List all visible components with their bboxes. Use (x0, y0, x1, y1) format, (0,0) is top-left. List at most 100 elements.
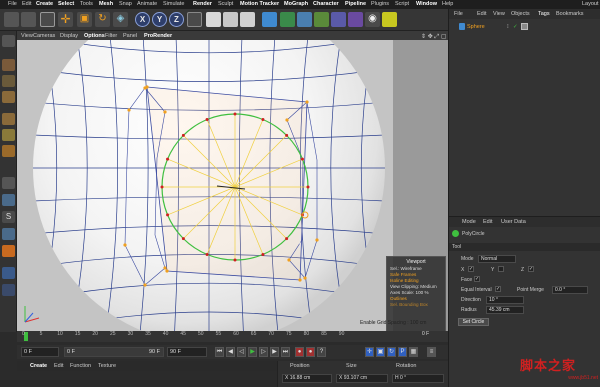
axis-z-checkbox[interactable]: ✓ (528, 266, 534, 272)
make-editable-icon[interactable] (2, 35, 15, 47)
radius-field[interactable]: 45.39 cm (486, 306, 524, 314)
cloner-icon[interactable] (314, 12, 329, 27)
menu-edit[interactable]: Edit (22, 1, 31, 7)
cube-icon[interactable] (262, 12, 277, 27)
menu-tools[interactable]: Tools (80, 1, 93, 7)
tweak-mode-icon[interactable] (2, 194, 15, 206)
enabled-check-icon[interactable]: ✓ (513, 24, 518, 30)
menu-select[interactable]: Select (58, 1, 74, 7)
key-rotation-icon[interactable]: ↻ (387, 347, 396, 357)
timeline-ruler[interactable]: 0 F 0 5 10 15 20 25 30 35 40 45 50 55 60 65 70 75 80 85 90 (17, 331, 448, 342)
direction-field[interactable]: 10 ° (486, 296, 524, 304)
menu-character[interactable]: Character (313, 1, 339, 7)
object-row-sphere[interactable]: Sphere ⁝ ✓ (451, 23, 599, 32)
menu-script[interactable]: Script (395, 1, 409, 7)
play-icon[interactable]: ▶ (248, 347, 257, 357)
material-menu-function[interactable]: Function (70, 363, 91, 369)
viewport-menu-panel[interactable]: Panel (123, 33, 137, 39)
object-menu-edit[interactable]: Edit (477, 11, 486, 17)
key-parameter-icon[interactable]: P (398, 347, 407, 357)
points-mode-icon[interactable] (2, 113, 15, 125)
object-menu-objects[interactable]: Objects (511, 11, 530, 17)
keyframe-selection-icon[interactable]: ? (317, 347, 326, 357)
coordinate-system-icon[interactable] (187, 12, 202, 27)
menu-file[interactable]: File (8, 1, 17, 7)
menu-sculpt[interactable]: Sculpt (218, 1, 233, 7)
size-x-field[interactable]: X 93.107 cm (336, 374, 388, 383)
mode-dropdown[interactable]: Normal (478, 255, 516, 263)
face-checkbox[interactable]: ✓ (474, 276, 480, 282)
set-circle-button[interactable]: Set Circle (458, 318, 489, 326)
next-key-icon[interactable]: ▶ (270, 347, 279, 357)
tool-section-header[interactable]: Tool (449, 243, 600, 251)
current-frame-field[interactable]: 0 F (21, 347, 59, 357)
menu-create[interactable]: Create (36, 1, 53, 7)
object-menu-tags[interactable]: Tags (538, 11, 550, 17)
3d-viewport[interactable]: Viewport Sel.: Wireframe Safe Frames Iso… (17, 40, 448, 331)
go-to-end-icon[interactable]: ⏭ (281, 347, 290, 357)
menu-render[interactable]: Render (193, 1, 212, 7)
material-menu-texture[interactable]: Texture (98, 363, 116, 369)
menu-simulate[interactable]: Simulate (163, 1, 184, 7)
menu-help[interactable]: Help (442, 1, 453, 7)
viewport-menu-filter[interactable]: Filter (105, 33, 117, 39)
viewport-menu-view[interactable]: View (21, 33, 33, 39)
viewport-menu-prorender[interactable]: ProRender (144, 33, 172, 39)
key-position-icon[interactable]: ✛ (365, 347, 374, 357)
snap-settings-icon[interactable] (2, 228, 15, 240)
snap-icon[interactable]: S (2, 211, 15, 223)
subdivision-icon[interactable] (297, 12, 312, 27)
undo-icon[interactable] (4, 12, 19, 27)
prev-frame-icon[interactable]: ◁ (237, 347, 246, 357)
attr-menu-mode[interactable]: Mode (462, 219, 476, 225)
magnet-icon[interactable] (2, 245, 15, 257)
object-menu-file[interactable]: File (454, 11, 463, 17)
axis-x-checkbox[interactable]: ✓ (468, 266, 474, 272)
menu-pipeline[interactable]: Pipeline (345, 1, 366, 7)
recent-tools-icon[interactable]: ◈ (113, 12, 128, 27)
sphere-wireframe-canvas[interactable] (17, 40, 448, 331)
camera-icon[interactable]: ◉ (365, 12, 380, 27)
attr-menu-edit[interactable]: Edit (483, 219, 492, 225)
key-scale-icon[interactable]: ▣ (376, 347, 385, 357)
material-list-area[interactable] (17, 371, 277, 387)
model-mode-icon[interactable] (2, 59, 15, 71)
render-settings-icon[interactable] (240, 12, 255, 27)
menu-mesh[interactable]: Mesh (99, 1, 113, 7)
record-icon[interactable]: ● (295, 347, 304, 357)
visibility-dots-icon[interactable]: ⁝ (507, 24, 509, 30)
autokey-icon[interactable]: ● (306, 347, 315, 357)
frame-range-slider[interactable]: 0 F 90 F (64, 347, 164, 357)
scale-icon[interactable]: ▣ (77, 12, 92, 27)
texture-mode-icon[interactable] (2, 75, 15, 87)
menu-plugins[interactable]: Plugins (371, 1, 389, 7)
move-icon[interactable]: ✛ (58, 12, 73, 27)
axis-mode-icon[interactable] (2, 177, 15, 189)
point-merge-field[interactable]: 0.0 ° (552, 286, 588, 294)
attr-menu-user-data[interactable]: User Data (501, 219, 526, 225)
material-menu-edit[interactable]: Edit (54, 363, 63, 369)
object-menu-view[interactable]: View (493, 11, 505, 17)
phong-tag-icon[interactable] (521, 23, 528, 30)
key-pla-icon[interactable]: ▦ (409, 347, 418, 357)
menu-motion-tracker[interactable]: Motion Tracker (240, 1, 279, 7)
next-frame-icon[interactable]: ▷ (259, 347, 268, 357)
viewport-menu-display[interactable]: Display (60, 33, 78, 39)
material-menu-create[interactable]: Create (30, 363, 47, 369)
timeline-settings-icon[interactable]: ≡ (427, 347, 436, 357)
object-name[interactable]: Sphere (467, 24, 485, 30)
render-picture-viewer-icon[interactable] (223, 12, 238, 27)
axis-z-button[interactable]: Z (169, 12, 184, 27)
light-icon[interactable] (382, 12, 397, 27)
planar-workplane-icon[interactable] (2, 284, 15, 296)
edges-mode-icon[interactable] (2, 129, 15, 141)
layout-label[interactable]: Layout (582, 1, 599, 7)
menu-animate[interactable]: Animate (137, 1, 157, 7)
object-menu-bookmarks[interactable]: Bookmarks (556, 11, 584, 17)
menu-window[interactable]: Window (416, 1, 437, 7)
floor-icon[interactable] (348, 12, 363, 27)
go-to-start-icon[interactable]: ⏮ (215, 347, 224, 357)
axis-x-button[interactable]: X (135, 12, 150, 27)
redo-icon[interactable] (21, 12, 36, 27)
polygons-mode-icon[interactable] (2, 145, 15, 157)
